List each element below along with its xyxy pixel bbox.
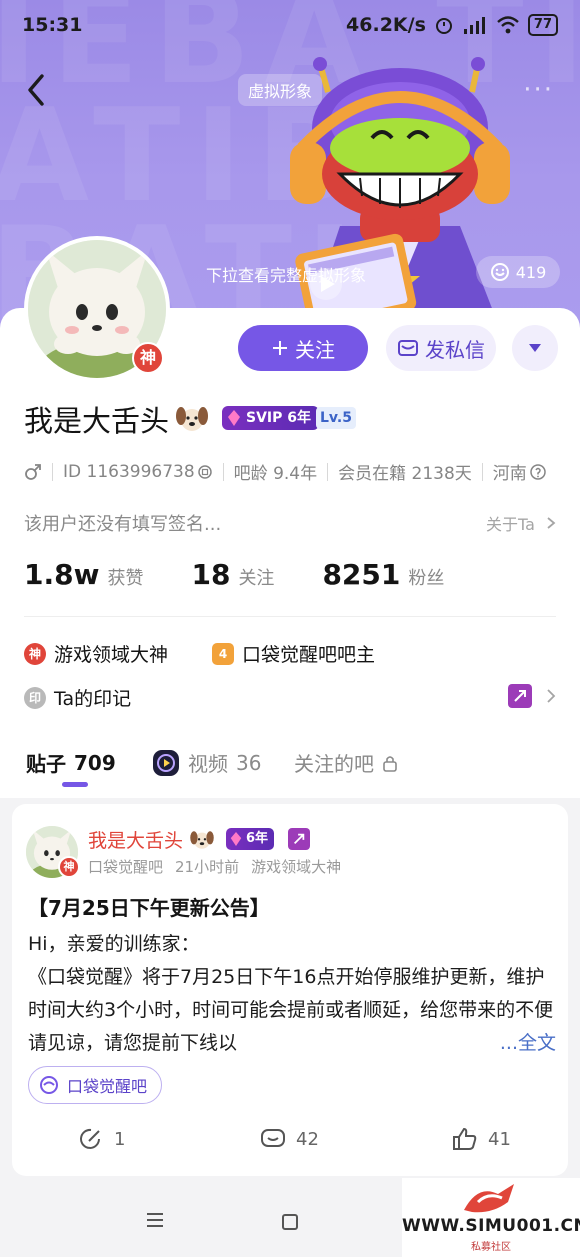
- god-badge: 神: [132, 342, 164, 374]
- tab-indicator: [62, 782, 88, 787]
- male-icon: [25, 463, 41, 480]
- message-button[interactable]: 发私信: [386, 325, 496, 371]
- help-icon[interactable]: [529, 463, 547, 481]
- more-options-icon[interactable]: ···: [523, 77, 554, 103]
- post-title[interactable]: 【7月25日下午更新公告】: [28, 892, 270, 921]
- watermark-subtext: 私募社区: [471, 1242, 511, 1253]
- profile-card: [0, 308, 580, 798]
- post-forum-source[interactable]: 口袋觉醒吧: [88, 856, 163, 877]
- god-icon: 神: [24, 642, 46, 665]
- tab-followed-forums[interactable]: 关注的吧: [294, 748, 398, 777]
- battery-icon: 77: [527, 14, 558, 36]
- marks-row[interactable]: 印 Ta的印记: [24, 684, 131, 711]
- watermark-logo-icon: [464, 1184, 514, 1213]
- post-author[interactable]: 我是大舌头: [88, 826, 215, 853]
- mark-icon: 印: [24, 686, 46, 709]
- location: 河南: [492, 464, 527, 484]
- alarm-icon: [435, 18, 452, 34]
- lock-icon: [383, 755, 397, 772]
- signal-icon: [463, 17, 485, 34]
- divider: [24, 616, 556, 617]
- signature: 该用户还没有填写签名...: [24, 514, 222, 535]
- menu-icon[interactable]: [146, 1212, 164, 1228]
- plus-icon: [273, 341, 287, 355]
- share-button[interactable]: 1: [78, 1126, 125, 1152]
- post-time: 21小时前: [175, 858, 240, 876]
- diamond-icon: [228, 410, 240, 426]
- about-label: 关于Ta: [485, 515, 535, 534]
- marks-right[interactable]: [508, 684, 556, 708]
- thumbs-up-icon: [453, 1127, 477, 1150]
- post-greeting: Hi，亲爱的训练家：: [28, 933, 200, 955]
- status-bar: 15:31 46.2K/s 77: [0, 0, 580, 52]
- wifi-icon: [497, 16, 519, 34]
- post-subline: 口袋觉醒吧 21小时前 游戏领域大神: [88, 856, 341, 877]
- stat-following[interactable]: 18 关注: [191, 558, 274, 591]
- chevron-right-icon: [547, 517, 556, 529]
- avatar-like-count: 419: [515, 262, 547, 282]
- honor-forum-owner[interactable]: 4 口袋觉醒吧吧主: [212, 640, 375, 667]
- virtual-avatar-tag[interactable]: 虚拟形象: [238, 74, 323, 106]
- svip-badge[interactable]: SVIP 6年: [222, 406, 320, 430]
- member-days: 会员在籍 2138天: [338, 464, 472, 484]
- back-icon[interactable]: [22, 70, 52, 110]
- svip-text: SVIP 6年: [246, 410, 312, 426]
- username: 我是大舌头: [24, 398, 209, 440]
- post-mark-icon: [288, 828, 310, 850]
- level-badge: Lv.5: [316, 407, 356, 429]
- mail-icon: [398, 340, 418, 356]
- diamond-icon: [230, 832, 242, 846]
- post-forum-tag[interactable]: 口袋觉醒吧: [28, 1066, 163, 1104]
- status-time: 15:31: [22, 14, 83, 36]
- post-field: 游戏领域大神: [251, 858, 342, 876]
- post-card[interactable]: 神 我是大舌头 6年 口袋觉醒吧 21小时前 游戏领域大神 【7月25日下午更新…: [12, 804, 568, 1176]
- stat-fans[interactable]: 8251 粉丝: [322, 558, 444, 591]
- about-link[interactable]: 关于Ta: [486, 511, 556, 535]
- message-label: 发私信: [425, 339, 485, 362]
- more-dropdown-button[interactable]: [512, 325, 558, 371]
- post-content: 《口袋觉醒》将于7月25日下午16点开始停服维护更新，维护时间大约3个小时，时间…: [28, 966, 554, 1054]
- smile-icon: [490, 263, 509, 281]
- post-body[interactable]: Hi，亲爱的训练家： 《口袋觉醒》将于7月25日下午16点开始停服维护更新，维护…: [28, 928, 556, 1060]
- read-more-link[interactable]: ...全文: [495, 1027, 556, 1060]
- honors-row: 神 游戏领域大神 4 口袋觉醒吧吧主: [24, 640, 375, 667]
- stats-row: 1.8w 获赞 18 关注 8251 粉丝: [24, 558, 492, 591]
- caret-down-icon: [529, 344, 541, 352]
- video-icon: [153, 749, 179, 776]
- user-id[interactable]: ID 1163996738: [63, 462, 195, 482]
- username-text: 我是大舌头: [24, 404, 170, 438]
- tab-videos[interactable]: 视频 36: [152, 748, 261, 777]
- marks-label: Ta的印记: [54, 688, 132, 710]
- dog-emoji-icon: [176, 407, 209, 431]
- honor-god[interactable]: 神 游戏领域大神: [24, 640, 168, 667]
- tab-posts[interactable]: 贴子 709: [26, 748, 116, 777]
- chevron-right-icon: [547, 689, 556, 703]
- watermark: WWW.SIMU001.CN 私募社区: [402, 1178, 580, 1257]
- forum-icon: [40, 1076, 58, 1094]
- post-vip-badge: 6年: [226, 828, 275, 850]
- like-button[interactable]: 41: [452, 1126, 511, 1152]
- comment-button[interactable]: 42: [260, 1126, 319, 1152]
- share-icon: [80, 1128, 100, 1149]
- mark-badge-icon: [508, 684, 532, 708]
- follow-button[interactable]: 关注: [238, 325, 368, 371]
- copy-icon[interactable]: [197, 464, 213, 480]
- owner-level-icon: 4: [212, 642, 235, 665]
- tieba-age: 吧龄 9.4年: [233, 464, 318, 484]
- dog-emoji-icon: [190, 830, 214, 849]
- avatar-like-button[interactable]: 419: [476, 256, 560, 288]
- profile-meta: ID 1163996738 吧龄 9.4年 会员在籍 2138天 河南: [24, 459, 547, 484]
- pull-down-hint: 下拉查看完整虚拟形象: [206, 266, 367, 285]
- follow-label: 关注: [295, 339, 335, 362]
- comment-icon: [261, 1129, 285, 1147]
- status-icons: 46.2K/s 77: [346, 14, 558, 36]
- network-speed: 46.2K/s: [346, 14, 426, 36]
- stat-likes[interactable]: 1.8w 获赞: [24, 558, 143, 591]
- post-god-badge: 神: [58, 856, 80, 878]
- watermark-text: WWW.SIMU001.CN: [402, 1216, 580, 1236]
- home-icon[interactable]: [282, 1214, 298, 1230]
